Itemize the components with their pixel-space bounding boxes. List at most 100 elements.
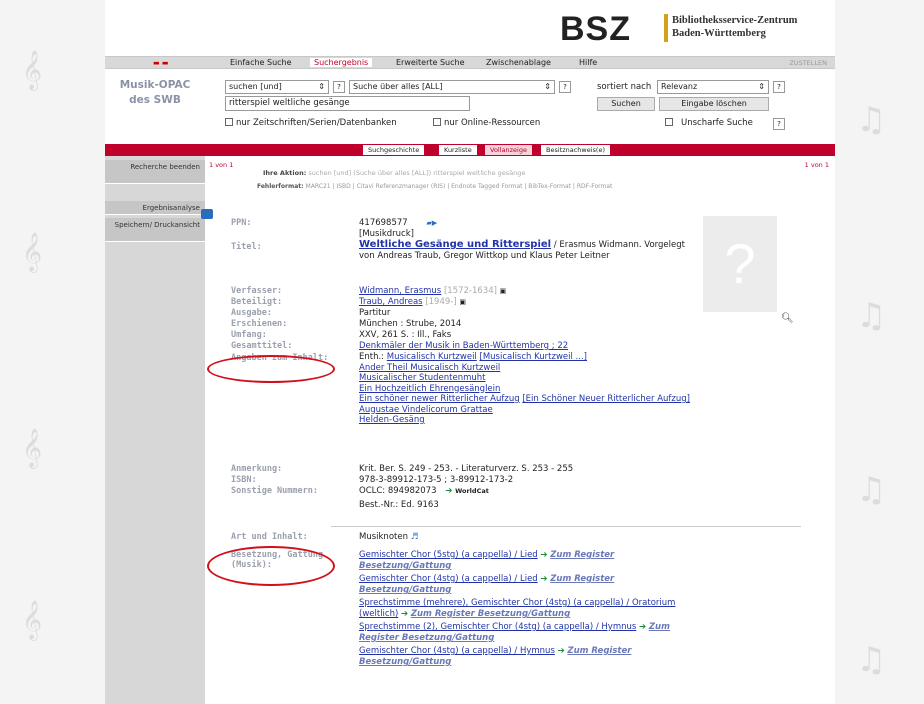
title-link[interactable]: Weltliche Gesänge und Ritterspiel (359, 239, 551, 250)
contents-link[interactable]: Helden-Gesäng (359, 415, 425, 425)
contents-prefix: Enth.: (359, 352, 387, 362)
scoring-entry: Sprechstimme (mehrere), Gemischter Chor … (359, 598, 699, 620)
sidebar-item-ergebnisanalyse[interactable]: Ergebnisanalyse (105, 201, 205, 215)
tab-erweiterte-suche[interactable]: Erweiterte Suche (392, 58, 469, 67)
edition-label: Ausgabe: (231, 308, 272, 318)
ppn-number: 417698577 (359, 218, 408, 228)
field-value: Suche über alles [ALL] (353, 82, 443, 91)
contents-link[interactable]: [Ein Schöner Neuer Ritterlicher Aufzug] (522, 394, 690, 404)
tab-einfache-suche[interactable]: Einfache Suche (226, 58, 296, 67)
gnd-icon[interactable]: ▣ (500, 287, 507, 295)
contents-link[interactable]: Augustae Vindelicorum Grattae (359, 405, 493, 415)
scoring-entry: Gemischter Chor (4stg) (a cappella) / Li… (359, 574, 699, 596)
treble-clef-icon: 𝄞 (22, 428, 43, 468)
scoring-entry: Gemischter Chor (4stg) (a cappella) / Hy… (359, 646, 699, 668)
tab-suchgeschichte[interactable]: Suchgeschichte (363, 145, 426, 155)
nav-right-link[interactable]: ZUSTELLEN (789, 59, 827, 67)
field-select[interactable]: Suche über alles [ALL] ⇕ (349, 80, 555, 94)
contents-link[interactable]: Ein Hochzeitlich Ehrengesänglein (359, 384, 500, 394)
contents-link[interactable]: Ander Theil Musicalisch Kurtzweil (359, 363, 500, 373)
operator-select[interactable]: suchen [und] ⇕ (225, 80, 329, 94)
pager-right[interactable]: 1 von 1 (805, 161, 829, 169)
search-button[interactable]: Suchen (597, 97, 655, 111)
contents-link[interactable]: [Musicalisch Kurtzweil ...] (480, 352, 587, 362)
extent-label: Umfang: (231, 330, 267, 340)
search-input[interactable]: ritterspiel weltliche gesänge (225, 96, 470, 111)
scoring-link[interactable]: Gemischter Chor (4stg) (a cappella) / Hy… (359, 646, 555, 656)
online-only-checkbox[interactable] (433, 118, 441, 126)
help-button[interactable]: ? (773, 118, 785, 130)
fuzzy-search-checkbox[interactable] (665, 118, 673, 126)
scoring-link[interactable]: Gemischter Chor (5stg) (a cappella) / Li… (359, 550, 538, 560)
online-only-option[interactable]: nur Online-Ressourcen (433, 118, 540, 128)
published-value: München : Strube, 2014 (359, 319, 462, 329)
bsz-logo[interactable]: BSZ (560, 10, 631, 49)
arrow-right-icon: ➔ (540, 574, 548, 584)
formats-list[interactable]: MARC21 | ISBD | Citavi Referenzmanager (… (306, 183, 613, 190)
help-button[interactable]: ? (559, 81, 571, 93)
author-label: Verfasser: (231, 286, 283, 296)
tab-besitznachweise[interactable]: Besitznachweis(e) (541, 145, 611, 155)
contents-value: Enth.: Musicalisch Kurtzweil [Musicalisc… (359, 352, 699, 426)
contents-link[interactable]: Musicalisch Kurtzweil (387, 352, 477, 362)
note-value: Krit. Ber. S. 249 - 253. - Literaturverz… (359, 464, 574, 474)
contributor-dates: [1949-] (422, 297, 457, 307)
export-formats: Fehlerformat: MARC21 | ISBD | Citavi Ref… (257, 183, 612, 190)
fuzzy-search-option[interactable]: Unscharfe Suche (665, 118, 753, 128)
help-button[interactable]: ? (773, 81, 785, 93)
sort-select[interactable]: Relevanz ⇕ (657, 80, 769, 94)
scoring-values: Gemischter Chor (5stg) (a cappella) / Li… (359, 550, 699, 668)
music-note-icon: ♫ (856, 296, 887, 336)
scoring-link[interactable]: Sprechstimme (2), Gemischter Chor (4stg)… (359, 622, 636, 632)
scoring-link[interactable]: Gemischter Chor (4stg) (a cappella) / Li… (359, 574, 538, 584)
search-form: suchen [und] ⇕ ? Suche über alles [ALL] … (225, 78, 835, 140)
help-button[interactable]: ? (333, 81, 345, 93)
gnd-icon[interactable]: ▣ (459, 298, 466, 306)
contents-link[interactable]: Musicalischer Studentenmuht (359, 373, 486, 383)
treble-clef-icon: 𝄞 (22, 600, 43, 640)
sidebar-item-speichern[interactable]: Speichern/ Druckansicht (105, 218, 205, 242)
logo-text: Bibliotheksservice-Zentrum Baden-Württem… (672, 14, 797, 40)
journals-only-label: nur Zeitschriften/Serien/Datenbanken (236, 118, 397, 128)
arrow-right-icon: ➔ (639, 622, 647, 632)
ppn-value: 417698577 ▰▶ [Musikdruck] (359, 218, 699, 239)
register-link[interactable]: Zum Register Besetzung/Gattung (411, 609, 570, 619)
arrow-right-icon: ➔ (401, 609, 409, 619)
sheet-music-icon: ♬ (410, 532, 419, 542)
logo-mark: BSZ (560, 10, 631, 48)
contributor-label: Beteiligt: (231, 297, 283, 307)
edition-value: Partitur (359, 308, 391, 318)
author-dates: [1572-1634] (441, 286, 497, 296)
pager-left[interactable]: 1 von 1 (209, 161, 233, 169)
tab-hilfe[interactable]: Hilfe (575, 58, 601, 67)
journals-only-checkbox[interactable] (225, 118, 233, 126)
journals-only-option[interactable]: nur Zeitschriften/Serien/Datenbanken (225, 118, 397, 128)
series-link[interactable]: Denkmäler der Musik in Baden-Württemberg… (359, 341, 568, 351)
language-flags-icon[interactable]: ▬ ▬ (153, 59, 168, 67)
clear-input-button[interactable]: Eingabe löschen (659, 97, 769, 111)
cover-placeholder: ? (703, 216, 777, 312)
isbn-label: ISBN: (231, 475, 257, 485)
music-note-icon: ♫ (856, 100, 887, 140)
tab-vollanzeige[interactable]: Vollanzeige (485, 145, 533, 155)
series-label: Gesamttitel: (231, 341, 293, 351)
contributor-link[interactable]: Traub, Andreas (359, 297, 423, 307)
tab-kurzliste[interactable]: Kurzliste (439, 145, 478, 155)
tab-zwischenablage[interactable]: Zwischenablage (482, 58, 555, 67)
permalink-icon[interactable]: ▰▶ (426, 219, 437, 227)
scoring-entry: Sprechstimme (2), Gemischter Chor (4stg)… (359, 622, 699, 644)
logo-line1: Bibliotheksservice-Zentrum (672, 15, 798, 26)
contents-link[interactable]: Ein schöner newer Ritterlicher Aufzug (359, 394, 520, 404)
action-label: Ihre Aktion: (263, 169, 307, 177)
worldcat-link[interactable]: WorldCat (455, 487, 489, 495)
sidebar-item-recherche-beenden[interactable]: Recherche beenden (105, 160, 205, 184)
your-action: Ihre Aktion: suchen [und] (Suche über al… (263, 169, 683, 177)
operator-value: suchen [und] (229, 82, 282, 91)
author-link[interactable]: Widmann, Erasmus (359, 286, 441, 296)
zoom-icon[interactable]: 🔍︎ (781, 313, 794, 324)
section-divider (331, 526, 801, 527)
sort-value: Relevanz (661, 82, 698, 91)
type-value: Musiknoten ♬ (359, 532, 699, 543)
online-only-label: nur Online-Ressourcen (444, 118, 541, 128)
tab-suchergebnis[interactable]: Suchergebnis (310, 58, 373, 67)
